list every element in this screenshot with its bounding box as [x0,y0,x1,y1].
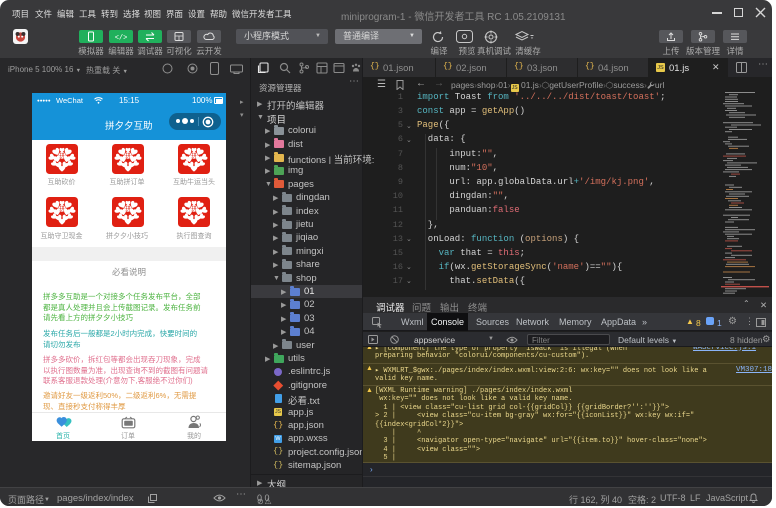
svg-text:</>: </> [115,35,128,43]
